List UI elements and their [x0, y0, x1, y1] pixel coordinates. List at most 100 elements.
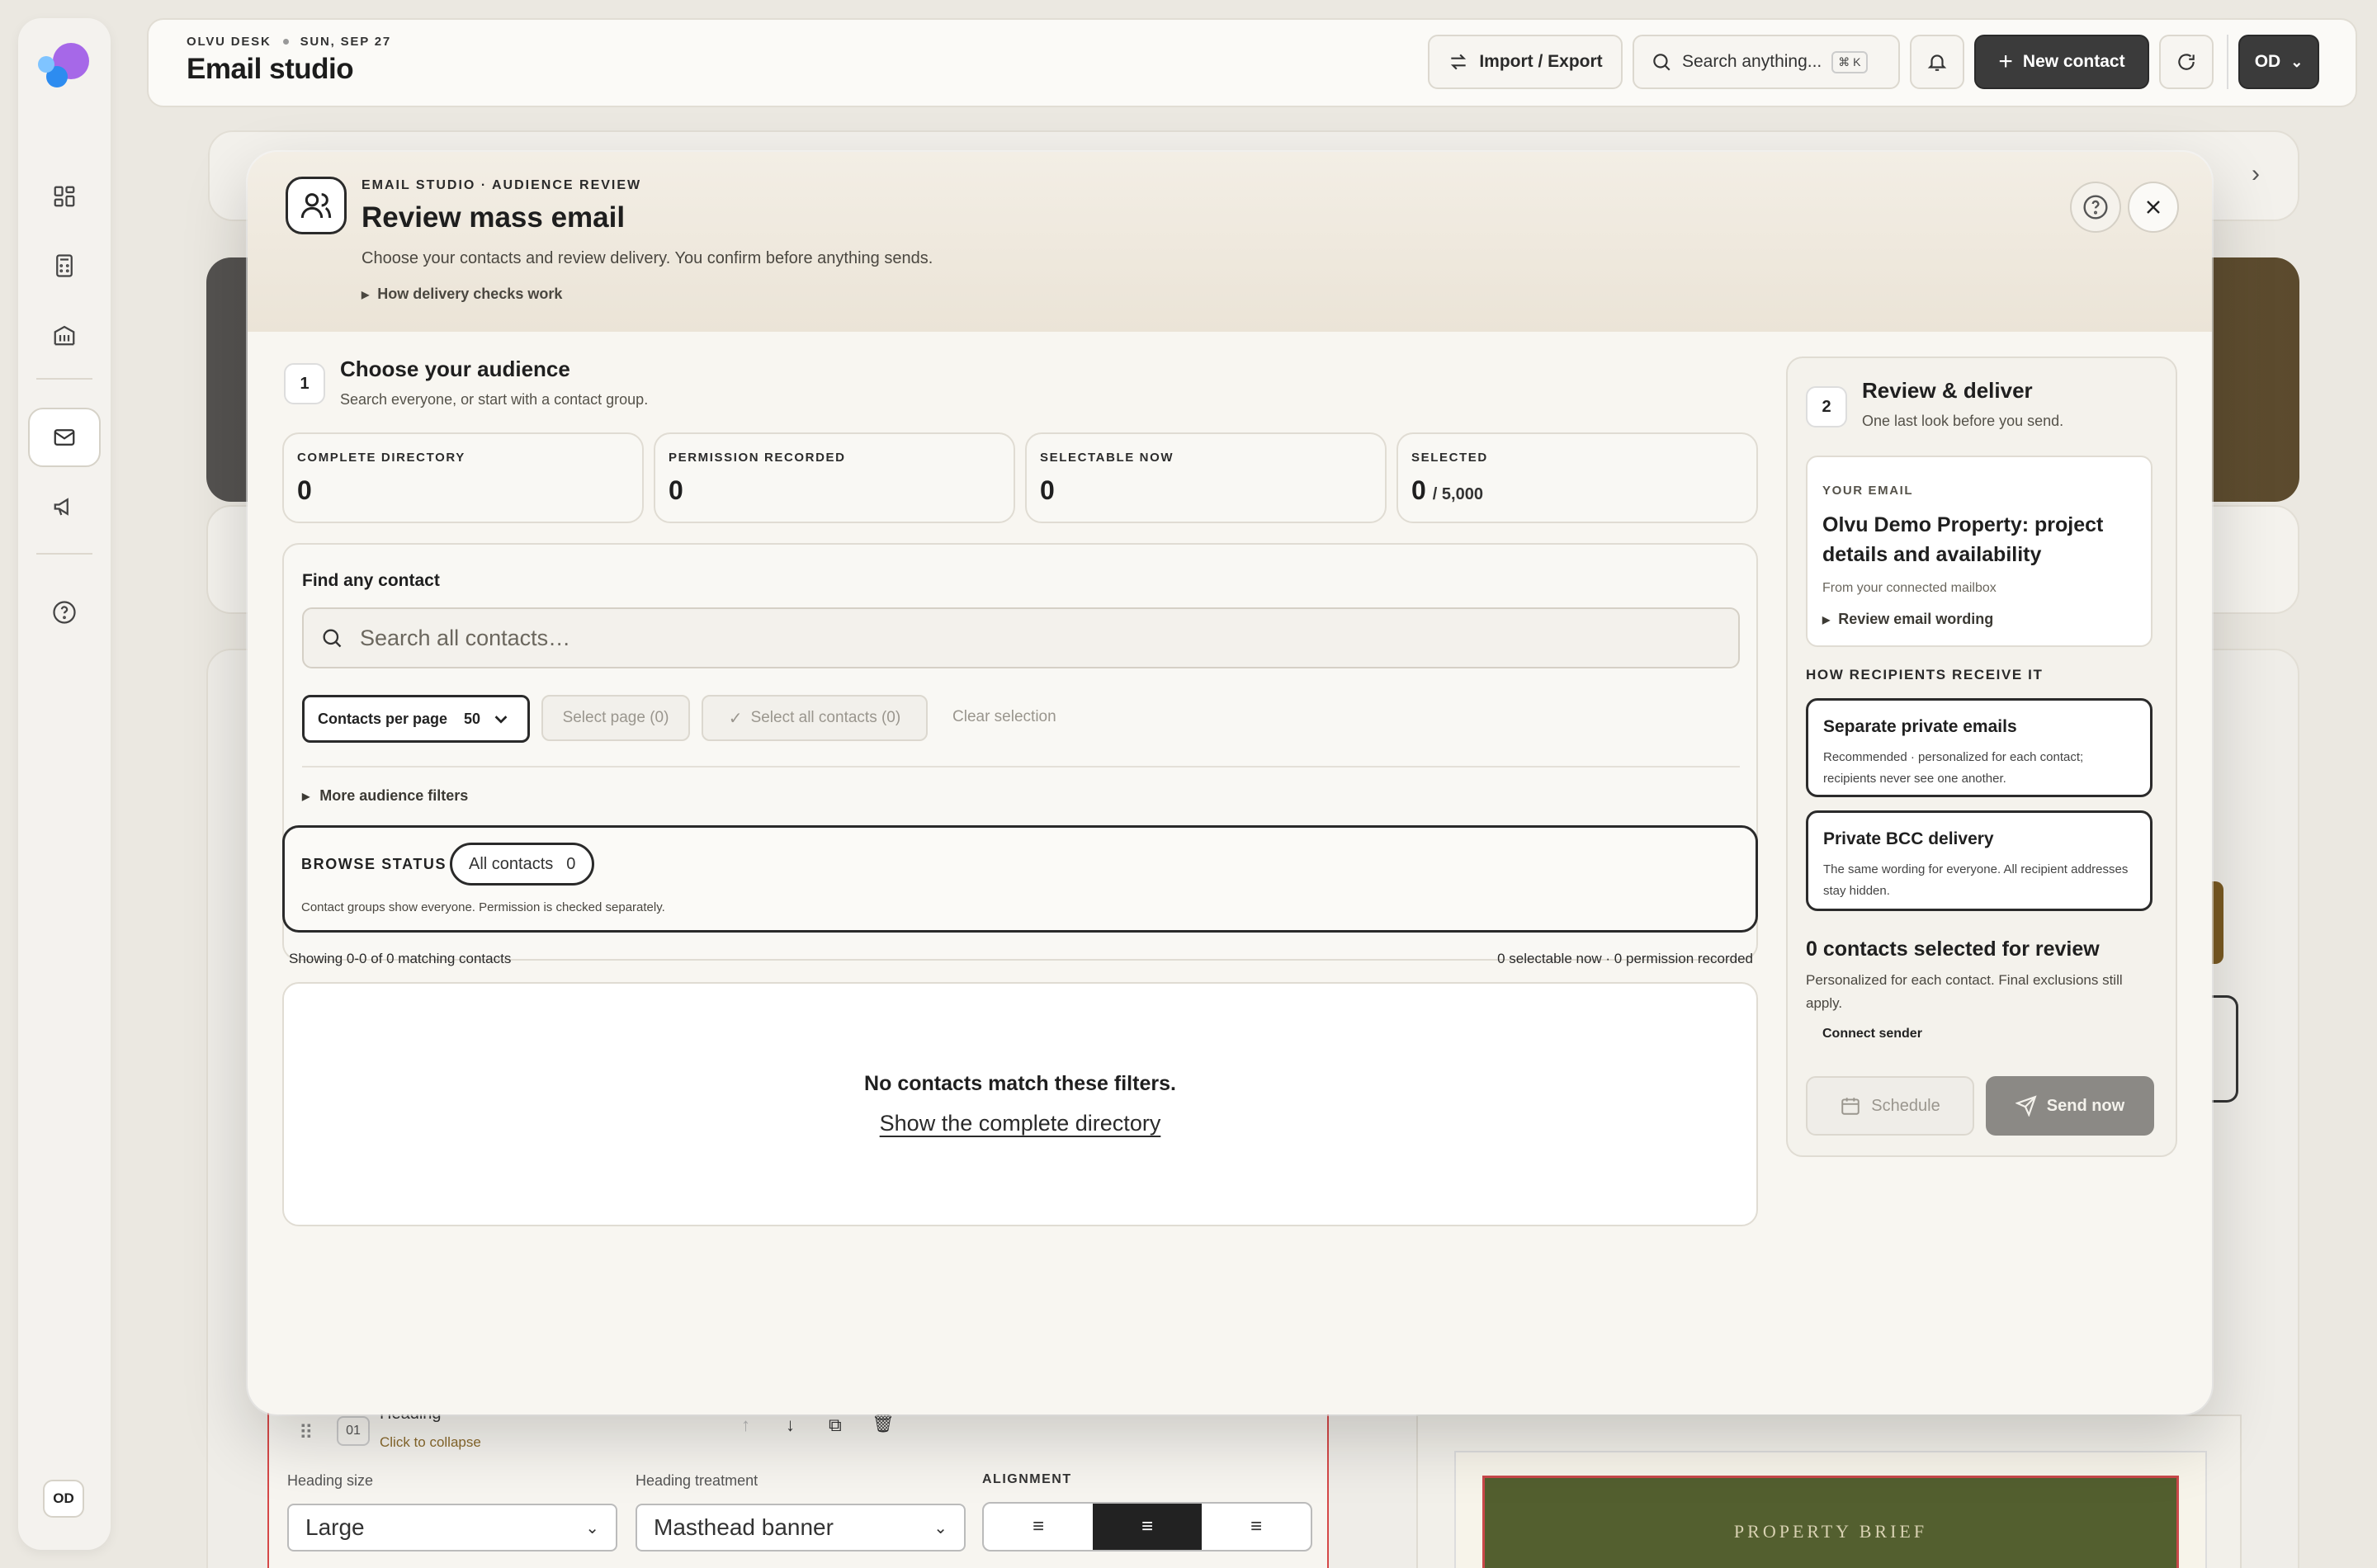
- alignment-label: ALIGNMENT: [982, 1472, 1072, 1486]
- clear-selection-button[interactable]: Clear selection: [952, 708, 1056, 726]
- option-description: The same wording for everyone. All recip…: [1823, 862, 2129, 898]
- caret-right-icon: ▶: [362, 288, 370, 300]
- move-down-icon[interactable]: ↓: [786, 1415, 795, 1436]
- step1-title: Choose your audience: [340, 357, 570, 381]
- notifications-button[interactable]: [1910, 35, 1964, 89]
- per-page-select[interactable]: Contacts per page 50: [302, 695, 530, 743]
- review-wording-toggle[interactable]: ▶ Review email wording: [1822, 611, 1993, 628]
- connect-sender-button[interactable]: Connect sender: [1822, 1027, 1922, 1041]
- stat-value: 0: [297, 475, 312, 505]
- avatar[interactable]: OD: [43, 1480, 84, 1518]
- new-contact-button[interactable]: + New contact: [1974, 35, 2149, 89]
- nav-divider: [36, 378, 92, 380]
- find-title: Find any contact: [302, 571, 440, 590]
- all-contacts-chip[interactable]: All contacts 0: [450, 843, 595, 886]
- treatment-value: Masthead banner: [654, 1514, 834, 1540]
- nav-campaigns[interactable]: [28, 477, 101, 536]
- import-export-button[interactable]: Import / Export: [1428, 35, 1623, 89]
- preview-panel: PROPERTY BRIEF: [1416, 1415, 2242, 1568]
- user-initials: OD: [2254, 52, 2281, 71]
- browse-note: Contact groups show everyone. Permission…: [301, 900, 665, 914]
- stat-label: COMPLETE DIRECTORY: [297, 451, 465, 465]
- search-icon: [323, 629, 342, 648]
- how-checks-toggle[interactable]: ▶ How delivery checks work: [362, 286, 562, 303]
- stat-value: 0: [1040, 475, 1055, 505]
- chevron-down-icon: ⌄: [2290, 53, 2304, 70]
- chevron-down-icon: ⌄: [585, 1518, 599, 1537]
- send-now-button[interactable]: Send now: [1986, 1076, 2154, 1136]
- nav-email[interactable]: [28, 408, 101, 467]
- caret-right-icon: ▶: [302, 790, 310, 802]
- option-description: Recommended · personalized for each cont…: [1823, 750, 2084, 786]
- stat-value-row: 0 / 5,000: [1411, 475, 1483, 506]
- selected-count-desc: Personalized for each contact. Final exc…: [1806, 972, 2123, 1011]
- workspace-name: OLVU DESK: [187, 35, 272, 49]
- schedule-button[interactable]: Schedule: [1806, 1076, 1974, 1136]
- plus-icon: +: [1998, 48, 2013, 75]
- swap-arrows-icon: [1451, 54, 1467, 70]
- refresh-button[interactable]: [2159, 35, 2214, 89]
- show-directory-link[interactable]: Show the complete directory: [880, 1111, 1161, 1136]
- align-right-button[interactable]: ≡: [1202, 1504, 1311, 1550]
- contact-search-input[interactable]: Search all contacts…: [302, 607, 1740, 668]
- results-empty-state: No contacts match these filters. Show th…: [282, 982, 1758, 1226]
- delete-icon[interactable]: 🗑: [872, 1413, 895, 1434]
- chip-label: All contacts: [469, 854, 554, 873]
- review-modal: EMAIL STUDIO · AUDIENCE REVIEW Review ma…: [248, 152, 2212, 1415]
- option-title: Separate private emails: [1823, 717, 2017, 736]
- nav-help[interactable]: [28, 583, 101, 642]
- user-menu-button[interactable]: OD ⌄: [2238, 35, 2319, 89]
- select-page-button[interactable]: Select page (0): [541, 695, 690, 741]
- select-all-button[interactable]: ✓ Select all contacts (0): [702, 695, 928, 741]
- chevron-right-icon[interactable]: ›: [2252, 160, 2260, 188]
- stat-suffix: / 5,000: [1432, 485, 1483, 503]
- nav-dashboard[interactable]: [28, 167, 101, 226]
- stat-label: SELECTED: [1411, 451, 1488, 465]
- global-search[interactable]: Search anything... ⌘ K: [1633, 35, 1900, 89]
- preview-banner-text: PROPERTY BRIEF: [1733, 1521, 1928, 1542]
- nav-properties[interactable]: [28, 305, 101, 365]
- move-up-icon[interactable]: ↑: [741, 1415, 750, 1436]
- bell-icon: [1927, 54, 1947, 71]
- new-contact-label: New contact: [2022, 52, 2125, 71]
- stat-card: COMPLETE DIRECTORY 0: [282, 432, 644, 523]
- shortcut-badge: ⌘ K: [1831, 50, 1868, 73]
- heading-size-label: Heading size: [287, 1472, 374, 1489]
- duplicate-icon[interactable]: ⧉: [829, 1415, 842, 1436]
- modal-eyebrow: EMAIL STUDIO · AUDIENCE REVIEW: [362, 178, 642, 192]
- brand-logo[interactable]: [38, 41, 91, 94]
- delivery-option-bcc[interactable]: Private BCC delivery The same wording fo…: [1806, 810, 2153, 911]
- select-all-label: Select all contacts (0): [750, 709, 901, 726]
- calendar-clock-icon: [1841, 1098, 1860, 1115]
- align-center-button[interactable]: ≡: [1093, 1504, 1202, 1550]
- review-deliver-panel: 2 Review & deliver One last look before …: [1786, 357, 2177, 1157]
- send-icon: [2015, 1095, 2037, 1117]
- dashboard-icon: [54, 186, 75, 207]
- schedule-label: Schedule: [1871, 1096, 1940, 1115]
- editor-block: ⠿ 01 Heading Click to collapse ↑ ↓ ⧉ 🗑 H…: [267, 1403, 1329, 1568]
- chevron-down-icon: [494, 716, 508, 724]
- more-filters-toggle[interactable]: ▶ More audience filters: [302, 787, 468, 805]
- review-wording-label: Review email wording: [1838, 611, 1994, 627]
- stat-value: 0: [1411, 475, 1426, 505]
- modal-help-button[interactable]: [2070, 182, 2121, 233]
- drag-handle-icon[interactable]: ⠿: [299, 1421, 314, 1445]
- how-checks-label: How delivery checks work: [377, 286, 563, 302]
- step2-title: Review & deliver: [1862, 378, 2033, 403]
- heading-size-select[interactable]: Large ⌄: [287, 1504, 617, 1551]
- page-title: Email studio: [187, 53, 354, 85]
- treatment-select[interactable]: Masthead banner ⌄: [636, 1504, 966, 1551]
- nav-calculator[interactable]: [28, 236, 101, 295]
- modal-close-button[interactable]: [2128, 182, 2179, 233]
- building-icon: [54, 325, 75, 346]
- block-hint[interactable]: Click to collapse: [380, 1434, 481, 1451]
- stat-card: SELECTED 0 / 5,000: [1396, 432, 1758, 523]
- chip-count: 0: [566, 854, 576, 873]
- help-icon: [53, 601, 76, 624]
- align-left-button[interactable]: ≡: [984, 1504, 1093, 1550]
- delivery-option-separate[interactable]: Separate private emails Recommended · pe…: [1806, 698, 2153, 797]
- header-divider: [2227, 35, 2228, 89]
- alignment-group: ≡ ≡ ≡: [982, 1502, 1312, 1551]
- search-icon: [1653, 54, 1671, 71]
- heading-size-value: Large: [305, 1514, 365, 1540]
